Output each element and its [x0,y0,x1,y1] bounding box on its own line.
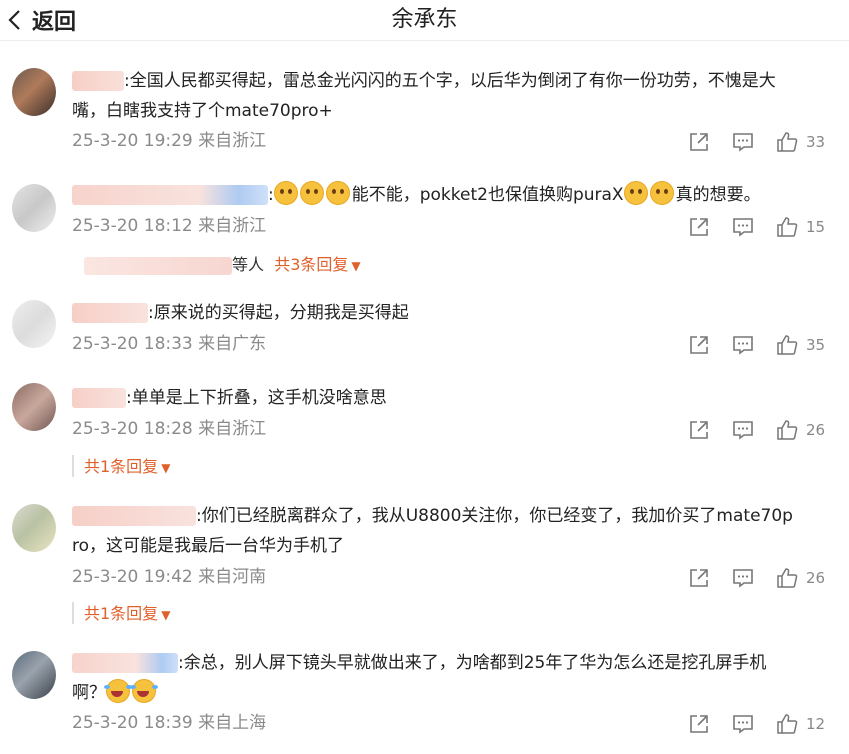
comment-meta: 25-3-20 19:42 来自河南 [72,567,267,587]
like-count: 26 [806,569,826,587]
comment-item: : 能不能，pokket2也保值换购puraX 真的想要。 25-3-20 18:1… [0,180,849,280]
comment-button[interactable] [732,215,754,239]
reply-divider [72,602,74,624]
comment-icon [733,569,753,588]
avatar[interactable] [12,68,56,116]
reply-summary[interactable]: 共1条回复 ▼ [84,603,170,626]
comment-icon [733,715,753,734]
share-icon [690,336,708,354]
username-blurred[interactable] [72,303,148,323]
share-button[interactable] [688,418,710,442]
emoji-icon [273,181,298,205]
comment-item: :余总，别人屏下镜头早就做出来了，为啥都到25年了华为怎么还是挖孔屏手机啊？ 2… [0,647,849,754]
avatar[interactable] [12,383,56,431]
comment-meta: 25-3-20 19:29 来自浙江 [72,131,267,151]
avatar[interactable] [12,300,56,348]
like-count: 15 [806,218,826,236]
comment-text: :余总，别人屏下镜头早就做出来了，为啥都到25年了华为怎么还是挖孔屏手机啊？ [72,653,767,703]
share-button[interactable] [688,712,710,736]
reply-divider [72,455,74,477]
comment-button[interactable] [732,333,754,357]
share-button[interactable] [688,333,710,357]
username-blurred[interactable] [72,653,178,673]
reply-summary[interactable]: 等人 共3条回复 ▼ [84,254,361,277]
like-icon [777,217,798,237]
like-icon [777,568,798,588]
share-icon [690,421,708,439]
comment-button[interactable] [732,712,754,736]
avatar[interactable] [12,504,56,552]
username-blurred[interactable] [72,388,126,408]
share-icon [690,218,708,236]
like-button[interactable]: 33 [776,130,825,154]
comment-item: :你们已经脱离群众了，我从U8800关注你，你已经变了，我加价买了mate70p… [0,500,849,630]
comment-icon [733,336,753,355]
like-icon [777,132,798,152]
comment-text: :全国人民都买得起，雷总金光闪闪的五个字，以后华为倒闭了有你一份功劳，不愧是大嘴… [72,71,776,121]
share-button[interactable] [688,130,710,154]
comment-meta: 25-3-20 18:39 来自上海 [72,713,267,733]
page-title: 余承东 [391,7,458,32]
comment-button[interactable] [732,566,754,590]
emoji-icon [649,181,674,205]
caret-down-icon: ▼ [351,259,361,273]
emoji-icon [623,181,648,205]
comment-icon [733,421,753,440]
username-blurred[interactable] [72,185,268,205]
like-icon [777,335,798,355]
username-blurred[interactable] [72,506,196,526]
caret-down-icon: ▼ [161,461,171,475]
like-button[interactable]: 26 [776,566,825,590]
username-blurred[interactable] [72,71,124,91]
laughing-emoji-icon [130,679,156,703]
comment-button[interactable] [732,130,754,154]
share-button[interactable] [688,566,710,590]
comment-text: :你们已经脱离群众了，我从U8800关注你，你已经变了，我加价买了mate70p… [72,506,793,556]
like-count: 26 [806,421,826,439]
share-icon [690,569,708,587]
laughing-emoji-icon [104,679,130,703]
like-count: 33 [806,133,826,151]
comment-text: :原来说的买得起，分期我是买得起 [72,298,793,328]
like-count: 35 [806,336,826,354]
comment-text: :单单是上下折叠，这手机没啥意思 [72,383,793,413]
reply-users-blurred [84,256,232,275]
like-icon [777,420,798,440]
comment-item: :原来说的买得起，分期我是买得起 25-3-20 18:33 来自广东 35 [0,298,849,368]
comment-button[interactable] [732,418,754,442]
top-bar: 返回 余承东 [0,0,849,41]
like-button[interactable]: 26 [776,418,825,442]
like-button[interactable]: 12 [776,712,825,736]
avatar[interactable] [12,184,56,232]
comment-meta: 25-3-20 18:12 来自浙江 [72,216,267,236]
comment-item: :全国人民都买得起，雷总金光闪闪的五个字，以后华为倒闭了有你一份功劳，不愧是大嘴… [0,60,849,160]
comment-text: : 能不能，pokket2也保值换购puraX 真的想要。 [72,180,793,210]
comment-meta: 25-3-20 18:33 来自广东 [72,334,267,354]
like-count: 12 [806,715,826,733]
share-icon [690,133,708,151]
like-button[interactable]: 35 [776,333,825,357]
avatar[interactable] [12,651,56,699]
caret-down-icon: ▼ [161,608,171,622]
like-button[interactable]: 15 [776,215,825,239]
comment-item: :单单是上下折叠，这手机没啥意思 25-3-20 18:28 来自浙江 26 共… [0,383,849,483]
emoji-icon [325,181,350,205]
reply-summary[interactable]: 共1条回复 ▼ [84,456,170,479]
comment-meta: 25-3-20 18:28 来自浙江 [72,419,267,439]
comment-icon [733,218,753,237]
emoji-icon [299,181,324,205]
share-icon [690,715,708,733]
comment-icon [733,133,753,152]
share-button[interactable] [688,215,710,239]
like-icon [777,714,798,734]
